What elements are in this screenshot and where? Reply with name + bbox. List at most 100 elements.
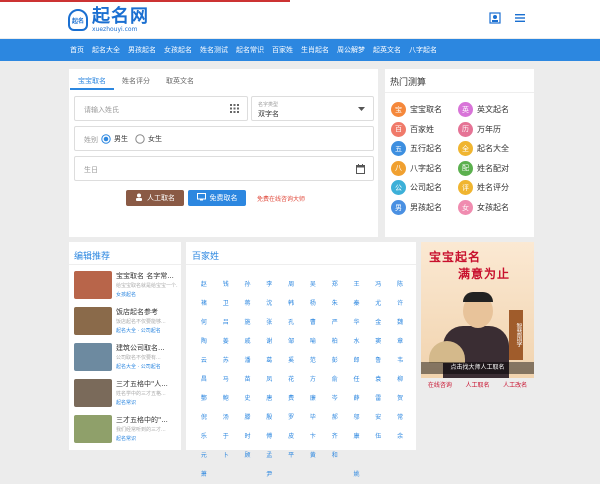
birthday-input[interactable]: 生日 — [74, 156, 374, 181]
surname-link[interactable]: 蒋 — [237, 294, 259, 313]
surname-link[interactable]: 皮 — [280, 427, 302, 446]
surname-link[interactable]: 彭 — [324, 351, 346, 370]
surname-link[interactable]: 严 — [324, 313, 346, 332]
surname-link[interactable]: 柳 — [389, 370, 411, 389]
surname-link[interactable]: 和 — [324, 446, 346, 465]
surname-link[interactable]: 卞 — [302, 427, 324, 446]
surname-link[interactable]: 唐 — [258, 389, 280, 408]
hot-item-10[interactable]: 男男孩起名 — [391, 200, 442, 215]
surname-link[interactable]: 鲁 — [367, 351, 389, 370]
ad-link-manual-naming[interactable]: 人工取名 — [465, 380, 489, 389]
surname-link[interactable]: 于 — [215, 427, 237, 446]
nav-item-7[interactable]: 生肖起名 — [301, 45, 329, 55]
surname-link[interactable]: 时 — [237, 427, 259, 446]
surname-link[interactable]: 顾 — [237, 446, 259, 465]
surname-link[interactable]: 陶 — [193, 332, 215, 351]
surname-link[interactable]: 岑 — [324, 389, 346, 408]
surname-link[interactable]: 章 — [389, 332, 411, 351]
hot-item-1[interactable]: 英英文起名 — [458, 102, 509, 117]
surname-link[interactable]: 喻 — [302, 332, 324, 351]
nav-item-2[interactable]: 男孩起名 — [128, 45, 156, 55]
hot-item-9[interactable]: 评姓名评分 — [458, 180, 509, 196]
surname-link[interactable]: 窦 — [367, 332, 389, 351]
surname-link[interactable]: 俞 — [324, 370, 346, 389]
manual-naming-button[interactable]: 人工取名 — [126, 190, 184, 206]
surname-link[interactable]: 苏 — [215, 351, 237, 370]
surname-link[interactable]: 罗 — [280, 408, 302, 427]
surname-link[interactable]: 邬 — [346, 408, 368, 427]
surname-link[interactable]: 汤 — [215, 408, 237, 427]
surname-link[interactable]: 姚 — [346, 465, 368, 484]
surname-link[interactable]: 薛 — [346, 389, 368, 408]
surname-link[interactable]: 伍 — [367, 427, 389, 446]
surname-link[interactable]: 魏 — [389, 313, 411, 332]
surname-link[interactable]: 秦 — [346, 294, 368, 313]
user-icon[interactable] — [489, 12, 501, 24]
hot-item-4[interactable]: 五五行起名 — [391, 141, 442, 157]
surname-link[interactable]: 陈 — [389, 275, 411, 294]
recommend-item-3[interactable]: 三才五格中"人... 姓名学中的三才五格... 起名常识 — [74, 379, 178, 413]
surname-link[interactable]: 施 — [237, 313, 259, 332]
surname-link[interactable]: 元 — [193, 446, 215, 465]
surname-link[interactable]: 孔 — [280, 313, 302, 332]
surname-link[interactable]: 柏 — [324, 332, 346, 351]
surname-link[interactable]: 许 — [389, 294, 411, 313]
surname-link[interactable]: 鲍 — [215, 389, 237, 408]
keypad-icon[interactable] — [230, 104, 239, 115]
surname-link[interactable]: 雷 — [367, 389, 389, 408]
surname-link[interactable]: 殷 — [258, 408, 280, 427]
surname-link[interactable]: 韦 — [389, 351, 411, 370]
surname-link[interactable]: 钱 — [215, 275, 237, 294]
surname-link[interactable]: 葛 — [258, 351, 280, 370]
nav-item-1[interactable]: 起名大全 — [92, 45, 120, 55]
surname-link[interactable]: 曹 — [302, 313, 324, 332]
surname-link[interactable]: 乐 — [193, 427, 215, 446]
surname-link[interactable]: 周 — [280, 275, 302, 294]
surname-link[interactable]: 酆 — [193, 389, 215, 408]
surname-link[interactable]: 黄 — [302, 446, 324, 465]
surname-link[interactable]: 费 — [280, 389, 302, 408]
surname-link[interactable]: 水 — [346, 332, 368, 351]
surname-link[interactable]: 孟 — [258, 446, 280, 465]
free-naming-button[interactable]: 免费取名 — [188, 190, 246, 206]
surname-link[interactable]: 郎 — [346, 351, 368, 370]
surname-link[interactable] — [389, 446, 411, 465]
recommend-item-0[interactable]: 宝宝取名 名字常... 给宝宝取名就是给宝宝一个... 女孩起名 — [74, 271, 178, 305]
surname-link[interactable]: 史 — [237, 389, 259, 408]
surname-link[interactable]: 方 — [302, 370, 324, 389]
surname-link[interactable]: 齐 — [324, 427, 346, 446]
nav-item-5[interactable]: 起名常识 — [236, 45, 264, 55]
surname-link[interactable]: 褚 — [193, 294, 215, 313]
surname-link[interactable]: 卫 — [215, 294, 237, 313]
surname-link[interactable]: 潘 — [237, 351, 259, 370]
surname-link[interactable]: 任 — [346, 370, 368, 389]
ad-link-manual-rename[interactable]: 人工改名 — [503, 380, 527, 389]
surname-link[interactable]: 沈 — [258, 294, 280, 313]
hot-item-3[interactable]: 历万年历 — [458, 121, 501, 137]
tab-english-name[interactable]: 取英文名 — [158, 70, 202, 90]
hot-item-11[interactable]: 女女孩起名 — [458, 200, 509, 215]
recommend-item-4[interactable]: 三才五格中的"... 我们经常听到的三才... 起名常识 — [74, 415, 178, 449]
surname-input[interactable]: 请输入姓氏 — [74, 96, 248, 121]
nav-item-0[interactable]: 首页 — [70, 45, 84, 55]
tab-baby-naming[interactable]: 宝宝取名 — [70, 70, 114, 90]
surname-link[interactable] — [237, 465, 259, 484]
surname-link[interactable]: 华 — [346, 313, 368, 332]
surname-link[interactable]: 毕 — [302, 408, 324, 427]
surname-link[interactable]: 金 — [367, 313, 389, 332]
surname-link[interactable]: 何 — [193, 313, 215, 332]
recommend-item-2[interactable]: 建筑公司取名... 公司取名不仅要有... 起名大全 · 公司起名 — [74, 343, 178, 377]
surname-link[interactable]: 尤 — [367, 294, 389, 313]
surname-link[interactable]: 倪 — [193, 408, 215, 427]
surname-link[interactable]: 昌 — [193, 370, 215, 389]
surname-link[interactable]: 康 — [346, 427, 368, 446]
free-consult-link[interactable]: 免费在线咨询大师 — [257, 194, 305, 203]
surname-link[interactable]: 冯 — [367, 275, 389, 294]
surname-link[interactable]: 云 — [193, 351, 215, 370]
nav-item-4[interactable]: 姓名测试 — [200, 45, 228, 55]
surname-link[interactable] — [280, 465, 302, 484]
surname-link[interactable]: 花 — [280, 370, 302, 389]
surname-link[interactable]: 杨 — [302, 294, 324, 313]
surname-link[interactable]: 傅 — [258, 427, 280, 446]
surname-link[interactable]: 卜 — [215, 446, 237, 465]
